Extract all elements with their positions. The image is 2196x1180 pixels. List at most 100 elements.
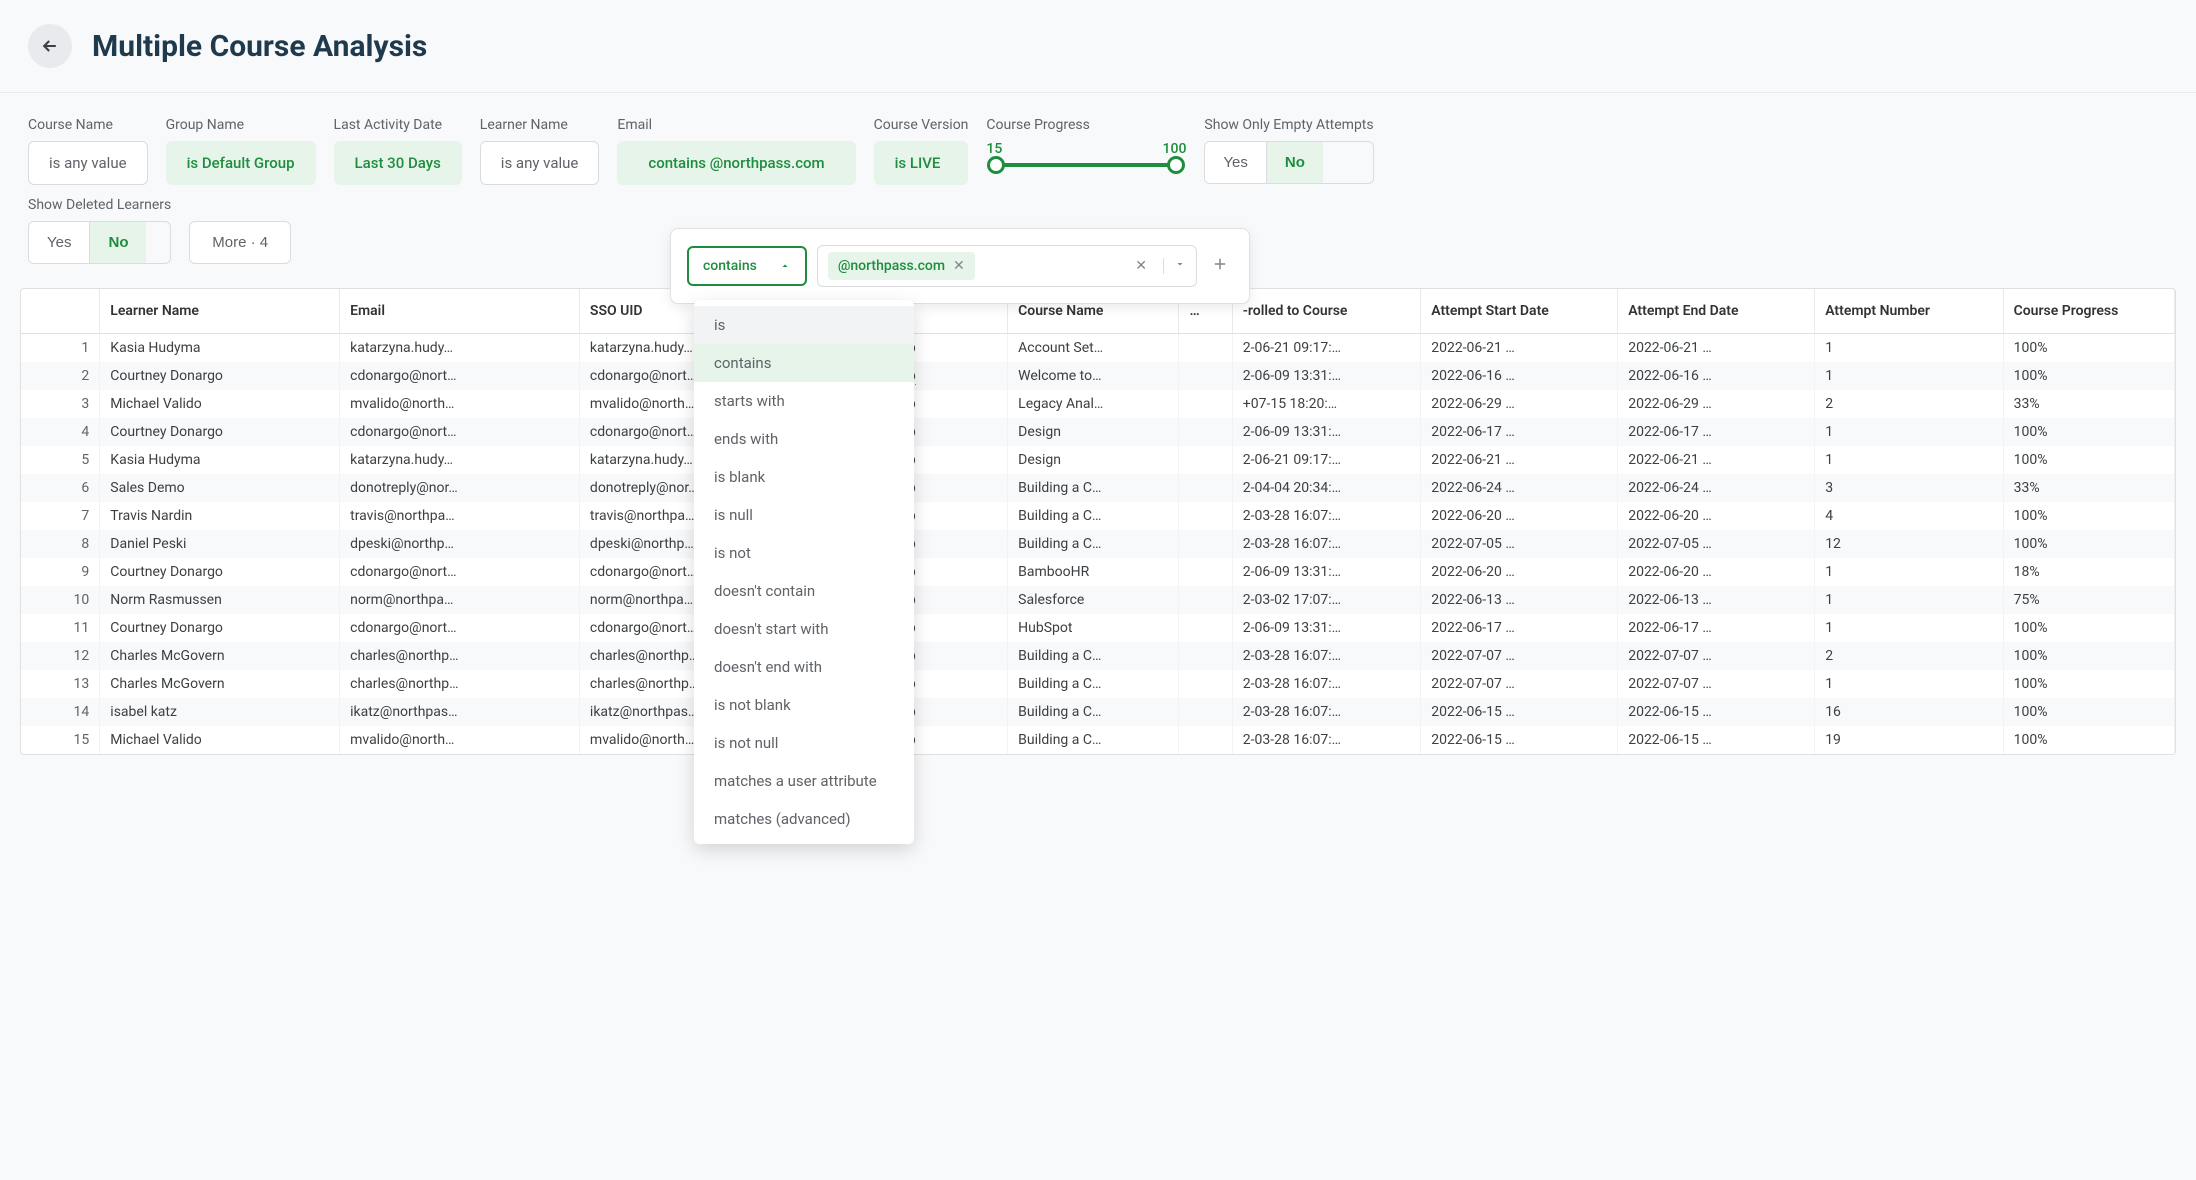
cell bbox=[1179, 726, 1232, 754]
operator-option-is-blank[interactable]: is blank bbox=[694, 458, 914, 496]
cell: katarzyna.hudy… bbox=[340, 446, 580, 474]
table-row[interactable]: 14isabel katzikatz@northpas…ikatz@northp… bbox=[21, 698, 2175, 726]
table-row[interactable]: 12Charles McGoverncharles@northp…charles… bbox=[21, 642, 2175, 670]
input-dropdown-icon[interactable] bbox=[1163, 258, 1186, 274]
cell: Sales Demo bbox=[100, 474, 340, 502]
operator-dropdown: iscontainsstarts withends withis blankis… bbox=[694, 300, 914, 844]
empty-attempts-no[interactable]: No bbox=[1266, 142, 1323, 183]
cell: mvalido@north… bbox=[340, 726, 580, 754]
filter-email[interactable]: contains @northpass.com bbox=[617, 141, 855, 185]
filter-label-email: Email bbox=[617, 117, 855, 133]
cell: Michael Valido bbox=[100, 390, 340, 418]
cell: 2-03-28 16:07:… bbox=[1232, 642, 1420, 670]
remove-tag-icon[interactable]: ✕ bbox=[953, 258, 965, 274]
operator-option-doesn-t-contain[interactable]: doesn't contain bbox=[694, 572, 914, 610]
table-row[interactable]: 5Kasia Hudymakatarzyna.hudy…katarzyna.hu… bbox=[21, 446, 2175, 474]
email-tag-input[interactable]: @northpass.com ✕ ✕ bbox=[817, 245, 1197, 287]
cell: 2022-06-20 … bbox=[1618, 558, 1815, 586]
cell: 75% bbox=[2003, 586, 2174, 614]
cell: Account Set… bbox=[1008, 334, 1179, 363]
cell: 2022-07-07 … bbox=[1421, 670, 1618, 698]
operator-option-starts-with[interactable]: starts with bbox=[694, 382, 914, 420]
cell: Building a C… bbox=[1008, 670, 1179, 698]
cell: 16 bbox=[1815, 698, 2003, 726]
operator-option-contains[interactable]: contains bbox=[694, 344, 914, 382]
col-header[interactable]: Email bbox=[340, 289, 580, 334]
cell: 2022-06-17 … bbox=[1618, 614, 1815, 642]
operator-option-matches-advanced-[interactable]: matches (advanced) bbox=[694, 800, 914, 838]
cell: 12 bbox=[1815, 530, 2003, 558]
filter-course-version[interactable]: is LIVE bbox=[874, 141, 969, 185]
cell: +07-15 18:20:… bbox=[1232, 390, 1420, 418]
cell: Building a C… bbox=[1008, 502, 1179, 530]
email-tag: @northpass.com ✕ bbox=[828, 252, 975, 280]
col-header[interactable]: Attempt End Date bbox=[1618, 289, 1815, 334]
operator-option-doesn-t-start-with[interactable]: doesn't start with bbox=[694, 610, 914, 648]
operator-option-is-not-blank[interactable]: is not blank bbox=[694, 686, 914, 724]
table-row[interactable]: 7Travis Nardintravis@northpa…travis@nort… bbox=[21, 502, 2175, 530]
operator-option-is-null[interactable]: is null bbox=[694, 496, 914, 534]
cell bbox=[1179, 390, 1232, 418]
cell bbox=[1179, 670, 1232, 698]
operator-select[interactable]: contains bbox=[687, 246, 807, 286]
operator-option-is[interactable]: is bbox=[694, 306, 914, 344]
table-row[interactable]: 4Courtney Donargocdonargo@nort…cdonargo@… bbox=[21, 418, 2175, 446]
filter-label-course-version: Course Version bbox=[874, 117, 969, 133]
operator-option-ends-with[interactable]: ends with bbox=[694, 420, 914, 458]
empty-attempts-yes[interactable]: Yes bbox=[1205, 142, 1265, 183]
operator-option-doesn-t-end-with[interactable]: doesn't end with bbox=[694, 648, 914, 686]
cell: Courtney Donargo bbox=[100, 614, 340, 642]
cell: 2 bbox=[21, 362, 100, 390]
operator-option-matches-a-user-attribute[interactable]: matches a user attribute bbox=[694, 762, 914, 800]
col-header[interactable]: Learner Name bbox=[100, 289, 340, 334]
cell: 14 bbox=[21, 698, 100, 726]
cell: 8 bbox=[21, 530, 100, 558]
clear-input-icon[interactable]: ✕ bbox=[1127, 258, 1155, 274]
cell: 2-03-28 16:07:… bbox=[1232, 726, 1420, 754]
cell: 2022-06-20 … bbox=[1421, 502, 1618, 530]
cell: 2-06-09 13:31:… bbox=[1232, 558, 1420, 586]
col-header[interactable]: -rolled to Course bbox=[1232, 289, 1420, 334]
col-header[interactable]: Attempt Start Date bbox=[1421, 289, 1618, 334]
cell: Charles McGovern bbox=[100, 642, 340, 670]
table-row[interactable]: 15Michael Validomvalido@north…mvalido@no… bbox=[21, 726, 2175, 754]
deleted-learners-no[interactable]: No bbox=[89, 222, 146, 263]
cell: 2-06-09 13:31:… bbox=[1232, 418, 1420, 446]
table-row[interactable]: 8Daniel Peskidpeski@northp…dpeski@northp… bbox=[21, 530, 2175, 558]
table-row[interactable]: 13Charles McGoverncharles@northp…charles… bbox=[21, 670, 2175, 698]
operator-option-is-not[interactable]: is not bbox=[694, 534, 914, 572]
cell: 2022-06-15 … bbox=[1618, 698, 1815, 726]
deleted-learners-yes[interactable]: Yes bbox=[29, 222, 89, 263]
add-condition-icon[interactable] bbox=[1207, 251, 1233, 281]
slider-thumb-max[interactable] bbox=[1167, 156, 1185, 174]
filter-label-group-name: Group Name bbox=[166, 117, 316, 133]
cell: 2022-06-16 … bbox=[1618, 362, 1815, 390]
cell: 2-06-09 13:31:… bbox=[1232, 362, 1420, 390]
filter-course-name[interactable]: is any value bbox=[28, 141, 148, 185]
cell: 5 bbox=[21, 446, 100, 474]
cell: 2-06-09 13:31:… bbox=[1232, 614, 1420, 642]
operator-option-is-not-null[interactable]: is not null bbox=[694, 724, 914, 762]
table-row[interactable]: 9Courtney Donargocdonargo@nort…cdonargo@… bbox=[21, 558, 2175, 586]
filter-group-name[interactable]: is Default Group bbox=[166, 141, 316, 185]
cell: 12 bbox=[21, 642, 100, 670]
table-row[interactable]: 11Courtney Donargocdonargo@nort…cdonargo… bbox=[21, 614, 2175, 642]
table-row[interactable]: 3Michael Validomvalido@north…mvalido@nor… bbox=[21, 390, 2175, 418]
course-progress-slider[interactable]: 15 100 bbox=[986, 141, 1186, 167]
table-row[interactable]: 2Courtney Donargocdonargo@nort…cdonargo@… bbox=[21, 362, 2175, 390]
table-row[interactable]: 6Sales Demodonotreply@nor…donotreply@nor… bbox=[21, 474, 2175, 502]
cell: 1 bbox=[1815, 614, 2003, 642]
filter-last-activity[interactable]: Last 30 Days bbox=[334, 141, 462, 185]
more-filters-button[interactable]: More · 4 bbox=[189, 221, 291, 264]
col-header[interactable]: Attempt Number bbox=[1815, 289, 2003, 334]
col-header[interactable]: Course Progress bbox=[2003, 289, 2174, 334]
cell bbox=[1179, 334, 1232, 363]
table-row[interactable]: 1Kasia Hudymakatarzyna.hudy…katarzyna.hu… bbox=[21, 334, 2175, 363]
cell bbox=[1179, 558, 1232, 586]
filter-learner-name[interactable]: is any value bbox=[480, 141, 600, 185]
row-number-header bbox=[21, 289, 100, 334]
slider-thumb-min[interactable] bbox=[987, 156, 1005, 174]
cell: 15 bbox=[21, 726, 100, 754]
table-row[interactable]: 10Norm Rasmussennorm@northpa…norm@northp… bbox=[21, 586, 2175, 614]
back-button[interactable] bbox=[28, 24, 72, 68]
